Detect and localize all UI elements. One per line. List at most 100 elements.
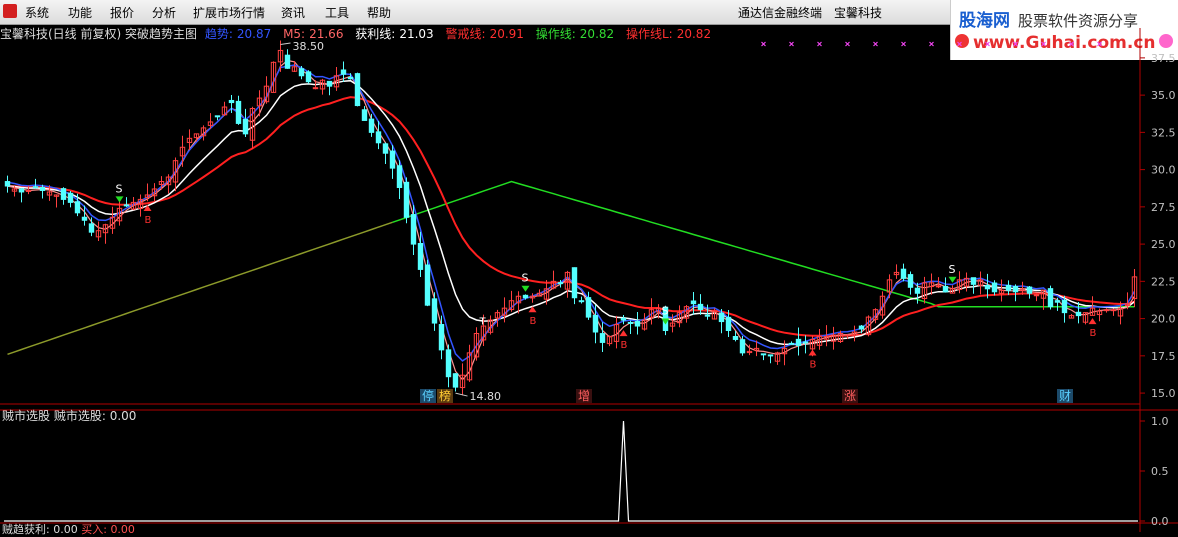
y-tick-label: 37.5 xyxy=(1151,52,1176,65)
high-price-label: 38.50 xyxy=(293,40,325,53)
menu-system[interactable]: 系统 xyxy=(25,4,49,21)
candle-body xyxy=(1061,299,1068,314)
candle-body xyxy=(81,216,88,221)
candle-body xyxy=(858,325,865,330)
candle-body xyxy=(214,115,221,118)
warning-x-marker xyxy=(1013,41,1018,47)
warn-line xyxy=(7,96,1135,337)
menu-news[interactable]: 资讯 xyxy=(281,4,305,21)
candle-body xyxy=(718,312,725,323)
profit-line xyxy=(7,79,1135,346)
y-tick-label: 25.0 xyxy=(1151,238,1176,251)
warning-x-marker xyxy=(901,41,906,47)
candle-body xyxy=(1075,311,1082,317)
candle-body xyxy=(620,317,627,321)
candle-body xyxy=(123,204,130,207)
candle-body xyxy=(900,268,907,279)
candle-body xyxy=(452,373,459,388)
panel3-title: 贼趋获利: 0.00 买入: 0.00 xyxy=(2,523,135,536)
candle-body xyxy=(578,300,585,303)
menu-analysis[interactable]: 分析 xyxy=(152,4,176,21)
tag-board: 榜 xyxy=(437,389,454,403)
candle-body xyxy=(697,303,704,311)
y-tick-label: 35.0 xyxy=(1151,89,1176,102)
candle-body xyxy=(1033,294,1040,297)
menu-extended-market[interactable]: 扩展市场行情 xyxy=(193,4,265,21)
warning-x-marker xyxy=(789,41,794,47)
candle-body xyxy=(767,354,774,357)
menu-tools[interactable]: 工具 xyxy=(325,4,349,21)
candle-body xyxy=(732,336,739,340)
candle-body xyxy=(788,342,795,345)
warning-x-marker xyxy=(1069,41,1074,47)
sell-arrow-icon xyxy=(521,285,530,292)
candle-body xyxy=(1103,309,1110,312)
tag-finance: 财 xyxy=(1057,389,1074,403)
sell-signal-label: S xyxy=(662,305,669,318)
candle-body xyxy=(760,353,767,356)
sell-signal-label: S xyxy=(949,263,956,276)
candle-body xyxy=(795,338,802,346)
tag-halt: 停 xyxy=(420,389,437,403)
candle-body xyxy=(739,339,746,354)
candle-body xyxy=(1012,285,1019,293)
candle-body xyxy=(431,298,438,324)
candle-body xyxy=(4,181,11,187)
menu-help[interactable]: 帮助 xyxy=(367,4,391,21)
buy-arrow-icon xyxy=(143,204,152,211)
candle-body xyxy=(725,316,732,332)
candle-body xyxy=(410,214,417,245)
candle-body xyxy=(242,118,249,135)
y-tick-label: 32.5 xyxy=(1151,126,1176,139)
app-icon[interactable] xyxy=(3,4,17,18)
y-tick-label: 27.5 xyxy=(1151,201,1176,214)
candle-body xyxy=(18,188,25,193)
candle-body xyxy=(67,192,74,203)
candle-body xyxy=(1110,309,1117,312)
tag-increase: 增 xyxy=(576,389,593,403)
candle-body xyxy=(445,349,452,378)
candle-body xyxy=(340,69,347,75)
candle-body xyxy=(592,314,599,333)
terminal-name: 通达信金融终端 xyxy=(738,6,823,20)
buy-signal-label: B xyxy=(145,215,152,226)
candle-body xyxy=(32,186,39,189)
chart-canvas[interactable]: 15.0 17.5 20.0 22.5 25.0 27.5 30.0 32.5 35.0 37.5… xyxy=(0,24,1178,532)
y-tick-label: 17.5 xyxy=(1151,350,1176,363)
candle-body xyxy=(361,109,368,121)
candle-body xyxy=(354,73,361,107)
y-tick-label: 20.0 xyxy=(1151,313,1176,326)
candle-body xyxy=(235,100,242,124)
panel2-y-tick-label: 0.5 xyxy=(1151,465,1169,478)
low-pointer xyxy=(455,392,468,397)
candle-body xyxy=(39,187,46,191)
candle-body xyxy=(396,165,403,188)
sell-arrow-icon xyxy=(115,196,124,203)
menu-function[interactable]: 功能 xyxy=(68,4,92,21)
buy-arrow-icon xyxy=(1088,318,1097,325)
candle-body xyxy=(375,131,382,144)
candle-body xyxy=(403,181,410,218)
candle-body xyxy=(382,143,389,154)
stock-name: 宝馨科技 xyxy=(834,6,883,20)
op-line xyxy=(392,180,1135,308)
sell-arrow-icon xyxy=(948,276,957,283)
candle-body xyxy=(585,297,592,318)
high-pointer xyxy=(280,42,291,45)
buy-signal-label: B xyxy=(1090,328,1097,339)
candle-body xyxy=(60,188,67,200)
candle-body xyxy=(942,285,949,293)
menu-quote[interactable]: 报价 xyxy=(110,4,134,21)
y-tick-label: 22.5 xyxy=(1151,275,1176,288)
candle-body xyxy=(571,267,578,299)
buy-signal-label: B xyxy=(530,316,537,327)
buy-signal-label: B xyxy=(621,340,628,351)
candle-body xyxy=(704,314,711,317)
candle-body xyxy=(25,189,32,192)
warning-x-marker xyxy=(761,41,766,47)
candle-body xyxy=(1054,300,1061,303)
candle-body xyxy=(438,324,445,351)
t-signal-label: T xyxy=(479,317,487,328)
candle-body xyxy=(368,118,375,133)
warning-x-marker xyxy=(929,41,934,47)
